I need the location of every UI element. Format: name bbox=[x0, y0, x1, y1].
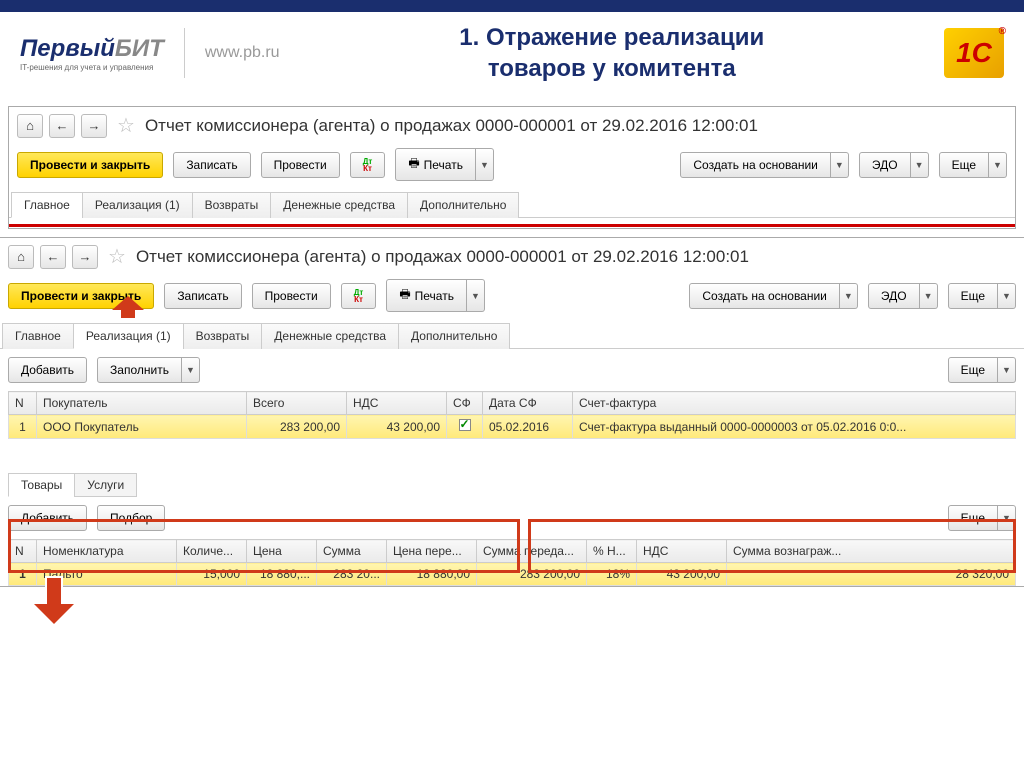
table-row[interactable]: 1 ООО Покупатель 283 200,00 43 200,00 05… bbox=[9, 415, 1016, 439]
back-button[interactable]: ← bbox=[40, 245, 66, 269]
printer-icon: 🖶 bbox=[408, 154, 419, 175]
tab-additional[interactable]: Дополнительно bbox=[398, 323, 510, 349]
add-button[interactable]: Добавить bbox=[8, 357, 87, 383]
back-button[interactable]: ← bbox=[49, 114, 75, 138]
tab-realization[interactable]: Реализация (1) bbox=[82, 192, 193, 218]
more-button[interactable]: Еще bbox=[948, 505, 998, 531]
more-dropdown[interactable]: ▼ bbox=[998, 283, 1016, 309]
tab-money[interactable]: Денежные средства bbox=[270, 192, 408, 218]
tab-additional[interactable]: Дополнительно bbox=[407, 192, 519, 218]
post-button[interactable]: Провести bbox=[252, 283, 331, 309]
arrow-indicator-down bbox=[34, 576, 74, 626]
goods-tabs: Товары Услуги bbox=[0, 467, 1024, 497]
tab-goods[interactable]: Товары bbox=[8, 473, 75, 497]
tab-money[interactable]: Денежные средства bbox=[261, 323, 399, 349]
more-dropdown[interactable]: ▼ bbox=[998, 505, 1016, 531]
buyers-table[interactable]: N Покупатель Всего НДС СФ Дата СФ Счет-ф… bbox=[8, 391, 1016, 439]
print-button[interactable]: 🖶 Печать bbox=[395, 148, 476, 181]
tab-main[interactable]: Главное bbox=[2, 323, 74, 349]
edo-button[interactable]: ЭДО bbox=[859, 152, 911, 178]
slide-header: ПервыйБИТ IT-решения для учета и управле… bbox=[0, 12, 1024, 94]
tabs-1: Главное Реализация (1) Возвраты Денежные… bbox=[9, 191, 1015, 218]
more-dropdown[interactable]: ▼ bbox=[989, 152, 1007, 178]
star-icon[interactable]: ☆ bbox=[117, 113, 135, 138]
more-button[interactable]: Еще bbox=[948, 357, 998, 383]
goods-table[interactable]: N Номенклатура Количе... Цена Сумма Цена… bbox=[8, 539, 1016, 586]
dtkt-icon: ДтКт bbox=[354, 289, 364, 303]
window-1: ⌂ ← → ☆ Отчет комиссионера (агента) о пр… bbox=[8, 106, 1016, 229]
doc-title: Отчет комиссионера (агента) о продажах 0… bbox=[145, 116, 758, 136]
edo-dropdown[interactable]: ▼ bbox=[920, 283, 938, 309]
tab-realization[interactable]: Реализация (1) bbox=[73, 323, 184, 349]
home-button[interactable]: ⌂ bbox=[17, 114, 43, 138]
create-based-button[interactable]: Создать на основании bbox=[680, 152, 831, 178]
save-button[interactable]: Записать bbox=[164, 283, 241, 309]
home-button[interactable]: ⌂ bbox=[8, 245, 34, 269]
sf-checkbox[interactable] bbox=[459, 419, 471, 431]
create-based-dropdown[interactable]: ▼ bbox=[840, 283, 858, 309]
arrow-indicator-up bbox=[112, 296, 144, 318]
window-2: ⌂ ← → ☆ Отчет комиссионера (агента) о пр… bbox=[0, 237, 1024, 587]
forward-button[interactable]: → bbox=[81, 114, 107, 138]
print-dropdown[interactable]: ▼ bbox=[467, 279, 485, 312]
fill-button[interactable]: Заполнить bbox=[97, 357, 182, 383]
pick-button[interactable]: Подбор bbox=[97, 505, 165, 531]
more-dropdown[interactable]: ▼ bbox=[998, 357, 1016, 383]
save-button[interactable]: Записать bbox=[173, 152, 250, 178]
create-based-dropdown[interactable]: ▼ bbox=[831, 152, 849, 178]
logo-pervyibit: ПервыйБИТ IT-решения для учета и управле… bbox=[20, 35, 164, 72]
create-based-button[interactable]: Создать на основании bbox=[689, 283, 840, 309]
tab-main[interactable]: Главное bbox=[11, 192, 83, 218]
dtkt-icon: ДтКт bbox=[363, 158, 373, 172]
print-dropdown[interactable]: ▼ bbox=[476, 148, 494, 181]
edo-button[interactable]: ЭДО bbox=[868, 283, 920, 309]
tab-returns[interactable]: Возвраты bbox=[192, 192, 272, 218]
forward-button[interactable]: → bbox=[72, 245, 98, 269]
fill-dropdown[interactable]: ▼ bbox=[182, 357, 200, 383]
doc-title: Отчет комиссионера (агента) о продажах 0… bbox=[136, 247, 749, 267]
tab-returns[interactable]: Возвраты bbox=[183, 323, 263, 349]
post-close-button[interactable]: Провести и закрыть bbox=[17, 152, 163, 178]
table-row[interactable]: 1 Пальто 15,000 18 880,... 283 20... 18 … bbox=[9, 563, 1016, 586]
tabs-2: Главное Реализация (1) Возвраты Денежные… bbox=[0, 322, 1024, 349]
more-button[interactable]: Еще bbox=[939, 152, 989, 178]
url-text: www.pb.ru bbox=[205, 44, 280, 62]
print-button[interactable]: 🖶 Печать bbox=[386, 279, 467, 312]
more-button[interactable]: Еще bbox=[948, 283, 998, 309]
dtkt-button[interactable]: ДтКт bbox=[341, 283, 377, 309]
post-button[interactable]: Провести bbox=[261, 152, 340, 178]
tab-services[interactable]: Услуги bbox=[74, 473, 137, 497]
logo-1c: 1C bbox=[944, 28, 1004, 78]
edo-dropdown[interactable]: ▼ bbox=[911, 152, 929, 178]
slide-title: 1. Отражение реализации товаров у комите… bbox=[300, 22, 924, 84]
dtkt-button[interactable]: ДтКт bbox=[350, 152, 386, 178]
add-button[interactable]: Добавить bbox=[8, 505, 87, 531]
printer-icon: 🖶 bbox=[399, 285, 410, 306]
star-icon[interactable]: ☆ bbox=[108, 244, 126, 269]
